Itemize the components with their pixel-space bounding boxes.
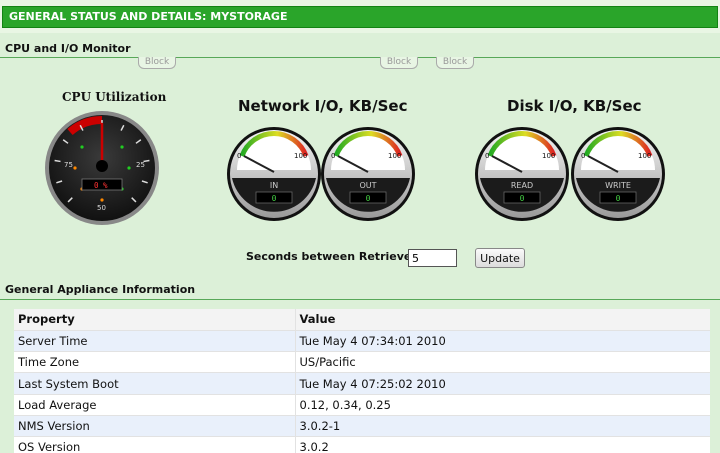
cpu-io-divider (0, 57, 720, 58)
table-row: Load Average 0.12, 0.34, 0.25 (14, 394, 710, 416)
value-cell: 3.0.2-1 (295, 415, 710, 438)
table-row: Server Time Tue May 4 07:34:01 2010 (14, 330, 710, 353)
block-tab-disk[interactable]: Block (436, 57, 474, 69)
block-tab-cpu[interactable]: Block (138, 57, 176, 69)
property-cell: OS Version (14, 436, 296, 453)
in-value-readout: 0 (272, 194, 277, 203)
write-value-readout: 0 (616, 194, 621, 203)
value-cell: Tue May 4 07:25:02 2010 (295, 372, 710, 395)
property-cell: Time Zone (14, 351, 296, 374)
value-cell: US/Pacific (295, 351, 710, 374)
column-header-property: Property (14, 309, 296, 331)
appliance-info-table: Property Value Server Time Tue May 4 07:3… (14, 309, 710, 453)
network-io-title: Network I/O, KB/Sec (238, 97, 408, 115)
cpu-utilization-gauge: 75 25 50 0 % (45, 111, 159, 225)
out-value-readout: 0 (366, 194, 371, 203)
value-cell: 0.12, 0.34, 0.25 (295, 394, 710, 416)
write-gauge-label: WRITE (605, 181, 631, 190)
out-gauge: 0 100 OUT 0 (321, 127, 415, 221)
property-cell: Server Time (14, 330, 296, 353)
read-value-readout: 0 (520, 194, 525, 203)
out-max-label: 100 (388, 152, 401, 160)
write-gauge: 0 100 WRITE 0 (571, 127, 665, 221)
value-cell: Tue May 4 07:34:01 2010 (295, 330, 710, 353)
value-cell: 3.0.2 (295, 436, 710, 453)
table-row: NMS Version 3.0.2-1 (14, 415, 710, 438)
in-min-label: 0 (237, 152, 241, 160)
in-gauge-label: IN (270, 181, 278, 190)
table-row: Last System Boot Tue May 4 07:25:02 2010 (14, 372, 710, 395)
out-gauge-label: OUT (359, 181, 376, 190)
cpu-readout: 0 % (94, 181, 108, 190)
column-header-value: Value (295, 309, 710, 331)
cpu-scale-label-75: 75 (64, 161, 73, 169)
in-gauge: 0 100 IN 0 (227, 127, 321, 221)
retrieve-interval-label: Seconds between Retrieves (246, 250, 418, 263)
table-row: Time Zone US/Pacific (14, 351, 710, 374)
property-cell: NMS Version (14, 415, 296, 438)
in-max-label: 100 (294, 152, 307, 160)
appliance-divider (0, 299, 720, 300)
read-max-label: 100 (542, 152, 555, 160)
disk-io-title: Disk I/O, KB/Sec (507, 97, 642, 115)
write-min-label: 0 (581, 152, 585, 160)
property-cell: Last System Boot (14, 372, 296, 395)
appliance-section-title: General Appliance Information (5, 283, 196, 296)
update-button[interactable]: Update (475, 248, 525, 268)
cpu-scale-label-25: 25 (136, 161, 145, 169)
cpu-io-section-title: CPU and I/O Monitor (5, 42, 131, 55)
out-min-label: 0 (331, 152, 335, 160)
property-cell: Load Average (14, 394, 296, 416)
cpu-scale-label-50: 50 (97, 204, 106, 212)
cpu-gauge-title: CPU Utilization (62, 90, 167, 104)
write-max-label: 100 (638, 152, 651, 160)
block-tab-network[interactable]: Block (380, 57, 418, 69)
table-row: OS Version 3.0.2 (14, 436, 710, 453)
read-gauge-label: READ (511, 181, 533, 190)
table-header-row: Property Value (14, 309, 710, 331)
page-title: GENERAL STATUS AND DETAILS: MYSTORAGE (2, 6, 718, 28)
retrieve-interval-input[interactable] (408, 249, 457, 267)
read-gauge: 0 100 READ 0 (475, 127, 569, 221)
read-min-label: 0 (485, 152, 489, 160)
